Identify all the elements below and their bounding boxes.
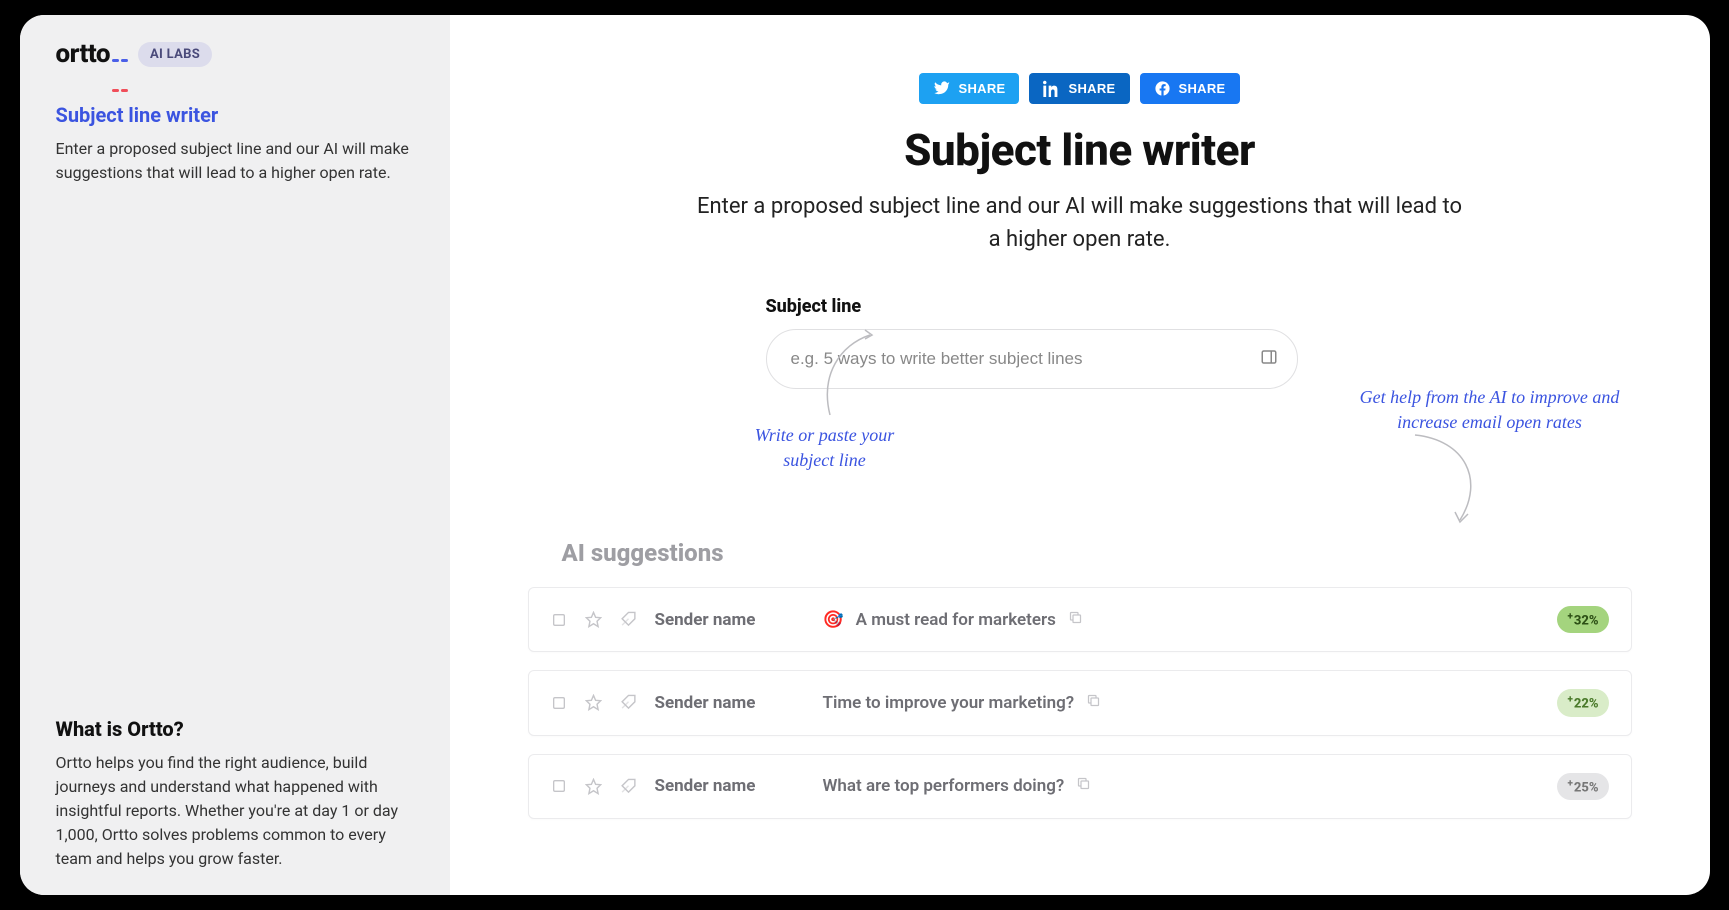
open-rate-badge: +25% — [1557, 773, 1608, 800]
share-twitter-button[interactable]: SHARE — [919, 73, 1019, 104]
emoji-icon: 🎯 — [823, 610, 844, 630]
ai-suggestions-block: AI suggestions Sender name 🎯 A must read … — [520, 539, 1640, 819]
ai-suggestions-title: AI suggestions — [562, 539, 1640, 567]
share-linkedin-button[interactable]: SHARE — [1029, 73, 1129, 104]
sender-name: Sender name — [655, 693, 805, 713]
share-label: SHARE — [958, 81, 1005, 96]
sidebar-footer: What is Ortto? Ortto helps you find the … — [56, 717, 414, 871]
page-description: Enter a proposed subject line and our AI… — [690, 190, 1470, 256]
star-icon[interactable] — [585, 611, 602, 628]
sidebar-description: Enter a proposed subject line and our AI… — [56, 137, 414, 185]
brand-name: ortto — [56, 39, 111, 69]
arrow-left-icon — [810, 325, 880, 425]
suggestion-subject: What are top performers doing? — [823, 776, 1540, 796]
subject-line-label: Subject line — [766, 296, 1640, 317]
suggestion-row[interactable]: Sender name What are top performers doing… — [528, 754, 1632, 819]
twitter-icon — [933, 80, 950, 97]
linkedin-icon — [1043, 80, 1060, 97]
what-is-ortto-text: Ortto helps you find the right audience,… — [56, 751, 414, 871]
brand-logo: ortto — [56, 39, 129, 69]
sidebar: ortto AI LABS Subject line writer Enter … — [20, 15, 450, 895]
page-title: Subject line writer — [520, 124, 1640, 176]
sender-name: Sender name — [655, 776, 805, 796]
brand-mark-icon — [112, 39, 128, 42]
copy-icon[interactable] — [1076, 776, 1091, 796]
open-rate-badge: +22% — [1557, 689, 1608, 716]
sender-name: Sender name — [655, 610, 805, 630]
sidebar-item-subject-line-writer[interactable]: Subject line writer — [56, 103, 414, 127]
suggestion-subject: Time to improve your marketing? — [823, 693, 1540, 713]
tag-icon[interactable] — [620, 611, 637, 628]
share-label: SHARE — [1068, 81, 1115, 96]
share-facebook-button[interactable]: SHARE — [1140, 73, 1240, 104]
copy-icon[interactable] — [1068, 610, 1083, 630]
app-frame: ortto AI LABS Subject line writer Enter … — [20, 15, 1710, 895]
copy-icon[interactable] — [1086, 693, 1101, 713]
tag-icon[interactable] — [620, 694, 637, 711]
logo-row: ortto AI LABS — [56, 39, 414, 69]
what-is-ortto-title: What is Ortto? — [56, 717, 414, 741]
checkbox-icon[interactable] — [551, 695, 567, 711]
hint-get-help: Get help from the AI to improve and incr… — [1360, 385, 1620, 435]
arrow-right-icon — [1405, 430, 1495, 530]
star-icon[interactable] — [585, 778, 602, 795]
facebook-icon — [1154, 80, 1171, 97]
star-icon[interactable] — [585, 694, 602, 711]
main-content: SHARE SHARE SHARE Subject line writer En… — [450, 15, 1710, 895]
open-rate-badge: +32% — [1557, 606, 1608, 633]
checkbox-icon[interactable] — [551, 612, 567, 628]
ai-labs-badge: AI LABS — [138, 42, 212, 67]
panel-icon[interactable] — [1260, 348, 1278, 370]
suggestion-row[interactable]: Sender name Time to improve your marketin… — [528, 670, 1632, 735]
hint-write-paste: Write or paste your subject line — [750, 423, 900, 473]
suggestion-row[interactable]: Sender name 🎯 A must read for marketers +3… — [528, 587, 1632, 652]
share-row: SHARE SHARE SHARE — [520, 73, 1640, 104]
suggestion-subject: 🎯 A must read for marketers — [823, 610, 1540, 630]
tag-icon[interactable] — [620, 778, 637, 795]
share-label: SHARE — [1179, 81, 1226, 96]
checkbox-icon[interactable] — [551, 778, 567, 794]
